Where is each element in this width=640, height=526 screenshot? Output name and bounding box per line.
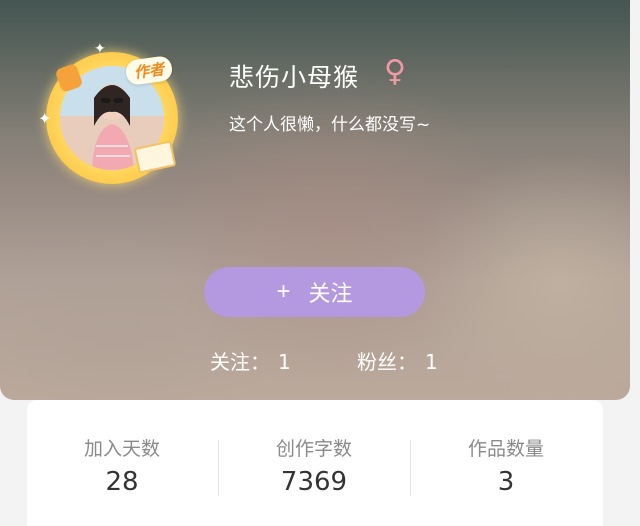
metric-label: 创作字数 [275, 438, 352, 460]
female-icon: ♀ [384, 54, 406, 89]
follow-button[interactable]: + 关注 [204, 267, 425, 317]
profile-page: 作者 ✦ ✦ 悲伤小母猴 ♀ 这个人很懒，什么都没写~ + 关注 关注： 1 粉丝… [0, 0, 640, 526]
profile-header: 作者 ✦ ✦ 悲伤小母猴 ♀ 这个人很懒，什么都没写~ + 关注 关注： 1 粉丝… [0, 0, 630, 400]
following-count: 1 [278, 350, 291, 374]
sparkle-icon: ✦ [38, 109, 52, 128]
metric-joined-days: 加入天数 28 [26, 434, 218, 497]
follow-label: 关注 [308, 281, 353, 306]
fans-count: 1 [425, 350, 438, 374]
sparkle-icon: ✦ [94, 41, 106, 57]
metric-label: 加入天数 [83, 438, 160, 460]
plus-icon: + [276, 278, 291, 305]
metric-word-count: 创作字数 7369 [218, 434, 410, 497]
metric-works-count: 作品数量 3 [410, 434, 602, 497]
metric-value: 28 [105, 467, 139, 497]
metric-label: 作品数量 [467, 438, 544, 460]
username: 悲伤小母猴 [229, 63, 360, 92]
fans-stat[interactable]: 粉丝： 1 [357, 346, 438, 375]
avatar-frame[interactable]: 作者 ✦ ✦ [38, 40, 188, 190]
metric-value: 3 [497, 467, 515, 497]
following-label: 关注： [210, 350, 270, 374]
profile-bio: 这个人很懒，什么都没写~ [229, 115, 431, 135]
following-stat[interactable]: 关注： 1 [210, 346, 291, 375]
fans-label: 粉丝： [357, 350, 417, 374]
metric-value: 7369 [280, 467, 348, 497]
